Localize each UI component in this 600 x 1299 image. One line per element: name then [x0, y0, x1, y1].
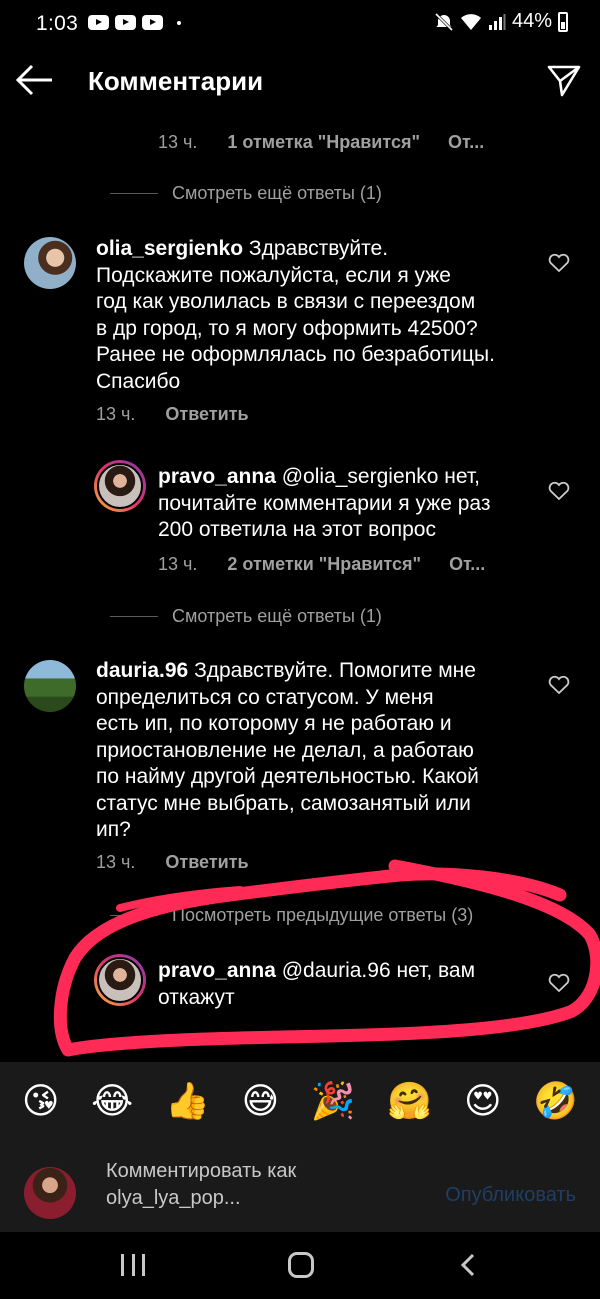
youtube-icon — [142, 15, 163, 30]
comment-time: 13 ч. — [96, 404, 136, 424]
avatar[interactable] — [24, 237, 76, 289]
avatar[interactable] — [94, 954, 146, 1006]
comment-line: приостановление не делал, а работаю — [96, 738, 474, 762]
emoji-heart-eyes[interactable]: 😍 — [464, 1081, 502, 1122]
comment-body: olia_sergienko Здравствуйте. Подскажите … — [96, 236, 536, 395]
comment-input-placeholder: olya_lya_pop... — [106, 1187, 241, 1209]
reply-time: 13 ч. — [158, 132, 198, 152]
comment-input[interactable]: Комментировать как olya_lya_pop... — [106, 1158, 296, 1212]
divider — [110, 915, 158, 916]
comment-line: год как уволилась в связи с переездом — [96, 290, 476, 313]
reply-meta: 13 ч. 1 отметка "Нравится" От... — [158, 132, 484, 153]
reply-line: почитайте комментарии я уже раз — [158, 491, 491, 515]
reply-body: pravo_anna @olia_sergienko нет, почитайт… — [158, 464, 538, 544]
comment-meta: 13 ч. Ответить — [96, 404, 249, 425]
view-more-replies[interactable]: Смотреть ещё ответы (1) — [110, 183, 382, 204]
divider — [110, 193, 158, 194]
heart-icon[interactable] — [548, 481, 570, 501]
emoji-hug[interactable]: 🤗 — [387, 1080, 432, 1122]
comment-line: ип? — [96, 818, 131, 841]
reply-button[interactable]: От... — [448, 132, 484, 153]
avatar[interactable] — [94, 460, 146, 512]
comments-list[interactable]: 13 ч. 1 отметка "Нравится" От... Смотрет… — [0, 116, 600, 1062]
reply-line: 200 ответила на этот вопрос — [158, 518, 436, 541]
comment-line: Здравствуйте. Помогите мне — [194, 659, 476, 682]
emoji-joy[interactable]: 😂 — [91, 1081, 133, 1122]
heart-icon[interactable] — [548, 973, 570, 993]
publish-button[interactable]: Опубликовать — [445, 1184, 576, 1207]
emoji-sweat-smile[interactable]: 😅 — [242, 1081, 280, 1122]
comment-username[interactable]: dauria.96 — [96, 659, 188, 682]
heart-icon[interactable] — [548, 253, 570, 273]
emoji-quick-bar: 😘 😂 👍 😅 🎉 🤗 😍 🤣 — [0, 1062, 600, 1140]
comment-line: Спасибо — [96, 369, 181, 393]
reply-meta: 13 ч. 2 отметки "Нравится" От... — [158, 554, 485, 575]
reply-line: @olia_sergienko нет, — [281, 465, 481, 488]
youtube-icon — [88, 15, 109, 30]
comment-line: Здравствуйте. — [248, 237, 389, 260]
view-previous-replies[interactable]: Посмотреть предыдущие ответы (3) — [110, 905, 473, 926]
avatar[interactable] — [24, 660, 76, 712]
view-more-replies[interactable]: Смотреть ещё ответы (1) — [110, 606, 382, 627]
comment-time: 13 ч. — [96, 852, 136, 872]
reply-button[interactable]: От... — [449, 554, 485, 575]
status-right: 44% — [434, 10, 568, 33]
view-previous-label[interactable]: Посмотреть предыдущие ответы (3) — [172, 905, 473, 926]
comment-body: dauria.96 Здравствуйте. Помогите мне опр… — [96, 658, 536, 844]
reply-body: pravo_anna @dauria.96 нет, вам откажут — [158, 958, 538, 1011]
likes-count[interactable]: 2 отметки "Нравится" — [227, 554, 421, 575]
heart-icon[interactable] — [548, 675, 570, 695]
comment-composer: Комментировать как olya_lya_pop... Опубл… — [0, 1140, 600, 1232]
avatar — [24, 1167, 76, 1219]
recents-icon[interactable] — [121, 1254, 145, 1276]
reply-username[interactable]: pravo_anna — [158, 465, 276, 488]
comment-line: статус мне выбрать, самозанятый или — [96, 791, 471, 815]
status-time: 1:03 — [36, 12, 79, 35]
comment-line: определиться со статусом. У меня — [96, 685, 434, 709]
emoji-thumbs-up[interactable]: 👍 — [165, 1080, 210, 1122]
reply-line: откажут — [158, 985, 235, 1009]
page-title: Комментарии — [88, 66, 264, 96]
youtube-icon — [115, 15, 136, 30]
view-more-label[interactable]: Смотреть ещё ответы (1) — [172, 606, 382, 627]
emoji-kiss[interactable]: 😘 — [22, 1081, 60, 1122]
status-bar: 1:03 44% — [0, 0, 600, 46]
reply-username[interactable]: pravo_anna — [158, 959, 276, 982]
paper-plane-icon[interactable] — [546, 62, 582, 98]
back-icon[interactable] — [458, 1252, 478, 1278]
signal-icon — [488, 13, 506, 30]
divider — [110, 616, 158, 617]
comment-line: есть ип, по которому я не работаю и — [96, 712, 452, 735]
emoji-rofl[interactable]: 🤣 — [533, 1080, 578, 1122]
comment-username[interactable]: olia_sergienko — [96, 237, 243, 260]
reply-line: @dauria.96 нет, вам — [281, 959, 476, 982]
wifi-icon — [460, 13, 481, 30]
header: Комментарии — [0, 46, 600, 116]
comment-input-placeholder: Комментировать как — [106, 1160, 297, 1182]
view-more-label[interactable]: Смотреть ещё ответы (1) — [172, 183, 382, 204]
reply-button[interactable]: Ответить — [165, 852, 248, 873]
reply-button[interactable]: Ответить — [165, 404, 248, 425]
comment-line: Подскажите пожалуйста, если я уже — [96, 263, 451, 287]
comment-meta: 13 ч. Ответить — [96, 852, 249, 873]
mute-icon — [434, 12, 454, 31]
comment-line: в др город, то я могу оформить 42500? — [96, 316, 478, 340]
home-icon[interactable] — [288, 1252, 314, 1278]
more-notifications-dot — [177, 20, 181, 25]
emoji-party[interactable]: 🎉 — [311, 1080, 356, 1122]
battery-icon — [558, 11, 568, 32]
arrow-left-icon[interactable] — [14, 62, 56, 98]
comment-line: по найму другой деятельностью. Какой — [96, 765, 479, 788]
battery-percent: 44% — [511, 10, 552, 32]
comment-line: Ранее не оформлялась по безработицы. — [96, 343, 495, 366]
system-nav-bar — [0, 1232, 600, 1299]
likes-count[interactable]: 1 отметка "Нравится" — [227, 132, 420, 153]
reply-time: 13 ч. — [158, 554, 198, 574]
notification-icons — [88, 15, 181, 30]
